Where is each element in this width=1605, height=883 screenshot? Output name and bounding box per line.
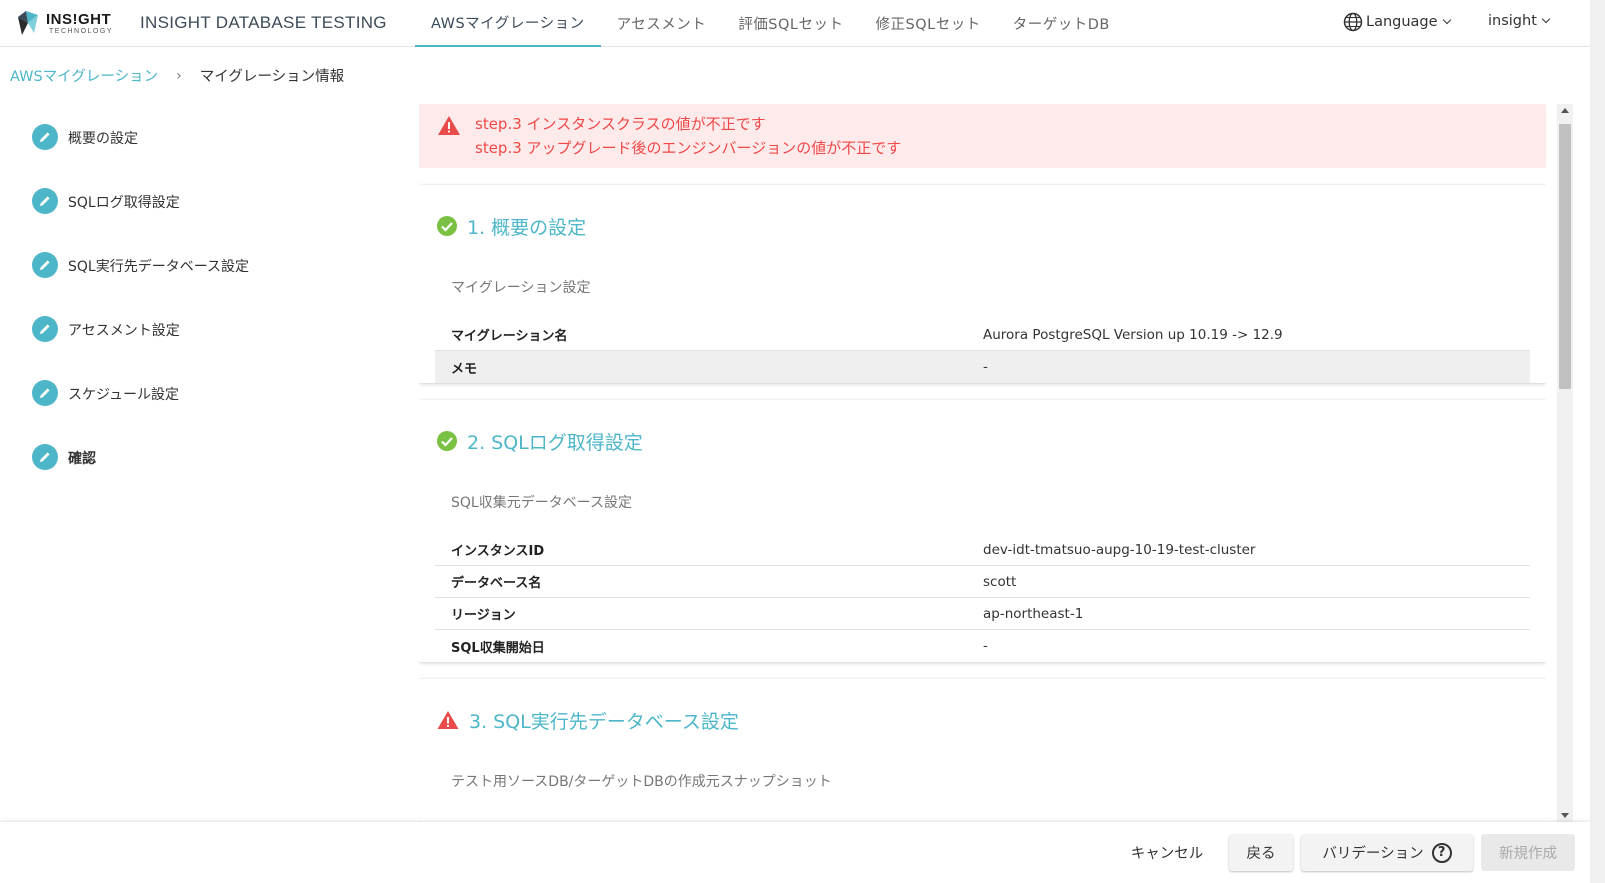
insight-logo[interactable]: INS!GHT TECHNOLOGY xyxy=(16,8,122,38)
pencil-icon xyxy=(32,252,58,278)
globe-icon xyxy=(1343,12,1363,32)
row-value: - xyxy=(983,638,988,654)
table-row: インスタンスID dev-idt-tmatsuo-aupg-10-19-test… xyxy=(435,534,1530,566)
sidebar-item-label: 概要の設定 xyxy=(68,131,138,147)
card-title: 3. SQL実行先データベース設定 xyxy=(469,710,739,733)
breadcrumb-separator: › xyxy=(176,67,182,84)
sidebar-item-schedule[interactable]: スケジュール設定 xyxy=(32,380,362,444)
sidebar-item-overview[interactable]: 概要の設定 xyxy=(32,124,362,188)
section-label: SQL収集元データベース設定 xyxy=(451,495,633,511)
row-key: マイグレーション名 xyxy=(451,329,568,344)
logo-mark-icon xyxy=(18,11,38,35)
breadcrumb-parent-link[interactable]: AWSマイグレーション xyxy=(10,65,158,86)
app-title: INSIGHT DATABASE TESTING xyxy=(140,13,387,32)
help-icon: ? xyxy=(1431,842,1452,863)
row-key: リージョン xyxy=(451,608,516,623)
validate-button[interactable]: バリデーション ? xyxy=(1301,834,1473,871)
user-name: insight xyxy=(1488,13,1537,29)
cancel-button[interactable]: キャンセル xyxy=(1117,834,1217,871)
sidebar-item-sql-target-db[interactable]: SQL実行先データベース設定 xyxy=(32,252,362,316)
row-value: ap-northeast-1 xyxy=(983,605,1084,622)
warning-icon xyxy=(437,711,459,729)
app-root: INS!GHT TECHNOLOGY INSIGHT DATABASE TEST… xyxy=(0,0,1605,883)
pencil-icon xyxy=(32,124,58,150)
tab-aws-migration[interactable]: AWSマイグレーション xyxy=(415,0,601,47)
logo-subtext: TECHNOLOGY xyxy=(49,27,114,35)
row-key: インスタンスID xyxy=(451,544,545,559)
overview-card: 1. 概要の設定 マイグレーション設定 マイグレーション名 Aurora Pos… xyxy=(419,185,1546,383)
row-value: - xyxy=(983,359,988,375)
user-menu[interactable]: insight xyxy=(1488,13,1551,29)
section-label: テスト用ソースDB/ターゲットDBの作成元スナップショット xyxy=(451,774,832,790)
table-row: マイグレーション名 Aurora PostgreSQL Version up 1… xyxy=(435,319,1530,351)
main-nav: AWSマイグレーション アセスメント 評価SQLセット 修正SQLセット ターゲ… xyxy=(415,0,1126,47)
tab-target-db[interactable]: ターゲットDB xyxy=(997,0,1126,47)
card-title: 1. 概要の設定 xyxy=(467,216,587,239)
card-title: 2. SQLログ取得設定 xyxy=(467,431,643,454)
logo-wordmark: INS!GHT xyxy=(46,10,112,28)
row-value: dev-idt-tmatsuo-aupg-10-19-test-cluster xyxy=(983,541,1256,558)
breadcrumb-current: マイグレーション情報 xyxy=(199,69,345,85)
detail-table: インスタンスID dev-idt-tmatsuo-aupg-10-19-test… xyxy=(435,534,1530,662)
row-value: scott xyxy=(983,573,1017,590)
scroll-down-arrow-icon[interactable] xyxy=(1561,813,1569,818)
table-row: メモ - xyxy=(435,351,1530,383)
main-scrollbar[interactable] xyxy=(1557,104,1573,822)
pencil-icon xyxy=(32,188,58,214)
alert-message: step.3 アップグレード後のエンジンバージョンの値が不正です xyxy=(475,139,902,157)
top-header: INS!GHT TECHNOLOGY INSIGHT DATABASE TEST… xyxy=(0,0,1590,47)
pencil-icon xyxy=(32,444,58,470)
step-sidebar: 概要の設定 SQLログ取得設定 SQL実行先データベース設定 アセスメント設定 … xyxy=(32,124,362,508)
create-button: 新規作成 xyxy=(1481,834,1575,871)
back-button[interactable]: 戻る xyxy=(1229,834,1293,871)
tab-assessment[interactable]: アセスメント xyxy=(601,0,723,47)
sidebar-item-label: スケジュール設定 xyxy=(68,387,180,403)
check-circle-icon xyxy=(437,431,457,451)
table-row: データベース名 scott xyxy=(435,566,1530,598)
validate-button-label: バリデーション xyxy=(1322,846,1424,862)
row-value: Aurora PostgreSQL Version up 10.19 -> 12… xyxy=(983,326,1283,343)
main-content: step.3 インスタンスクラスの値が不正です step.3 アップグレード後の… xyxy=(419,104,1546,819)
sidebar-item-label: SQL実行先データベース設定 xyxy=(68,259,250,275)
sidebar-item-assessment[interactable]: アセスメント設定 xyxy=(32,316,362,380)
check-circle-icon xyxy=(437,216,457,236)
tab-fix-sql-set[interactable]: 修正SQLセット xyxy=(860,0,997,47)
action-footer: キャンセル 戻る バリデーション ? 新規作成 xyxy=(0,822,1590,883)
scroll-up-arrow-icon[interactable] xyxy=(1561,108,1569,113)
language-menu[interactable]: Language xyxy=(1343,12,1451,32)
warning-icon xyxy=(438,116,460,135)
sidebar-item-label: SQLログ取得設定 xyxy=(68,195,180,211)
sidebar-item-sql-log[interactable]: SQLログ取得設定 xyxy=(32,188,362,252)
section-label: マイグレーション設定 xyxy=(451,280,591,296)
pencil-icon xyxy=(32,316,58,342)
scrollbar-thumb[interactable] xyxy=(1559,124,1571,389)
pencil-icon xyxy=(32,380,58,406)
sql-log-card: 2. SQLログ取得設定 SQL収集元データベース設定 インスタンスID dev… xyxy=(419,400,1546,662)
row-key: データベース名 xyxy=(451,576,542,591)
detail-table: マイグレーション名 Aurora PostgreSQL Version up 1… xyxy=(435,319,1530,383)
row-key: SQL収集開始日 xyxy=(451,640,545,656)
alert-message: step.3 インスタンスクラスの値が不正です xyxy=(475,115,766,133)
sidebar-item-confirm[interactable]: 確認 xyxy=(32,444,362,508)
breadcrumb: AWSマイグレーション › マイグレーション情報 xyxy=(10,65,344,86)
chevron-down-icon xyxy=(1541,14,1551,24)
sidebar-item-label: アセスメント設定 xyxy=(68,323,180,339)
validation-error-alert: step.3 インスタンスクラスの値が不正です step.3 アップグレード後の… xyxy=(419,104,1546,168)
sql-target-db-card: 3. SQL実行先データベース設定 テスト用ソースDB/ターゲットDBの作成元ス… xyxy=(419,679,1546,819)
table-row: SQL収集開始日 - xyxy=(435,630,1530,662)
sidebar-item-label: 確認 xyxy=(68,451,96,467)
language-label: Language xyxy=(1366,14,1438,30)
window-edge xyxy=(1590,0,1605,883)
chevron-down-icon xyxy=(1442,15,1451,25)
row-key: メモ xyxy=(451,361,478,377)
tab-eval-sql-set[interactable]: 評価SQLセット xyxy=(722,0,859,47)
table-row: リージョン ap-northeast-1 xyxy=(435,598,1530,630)
